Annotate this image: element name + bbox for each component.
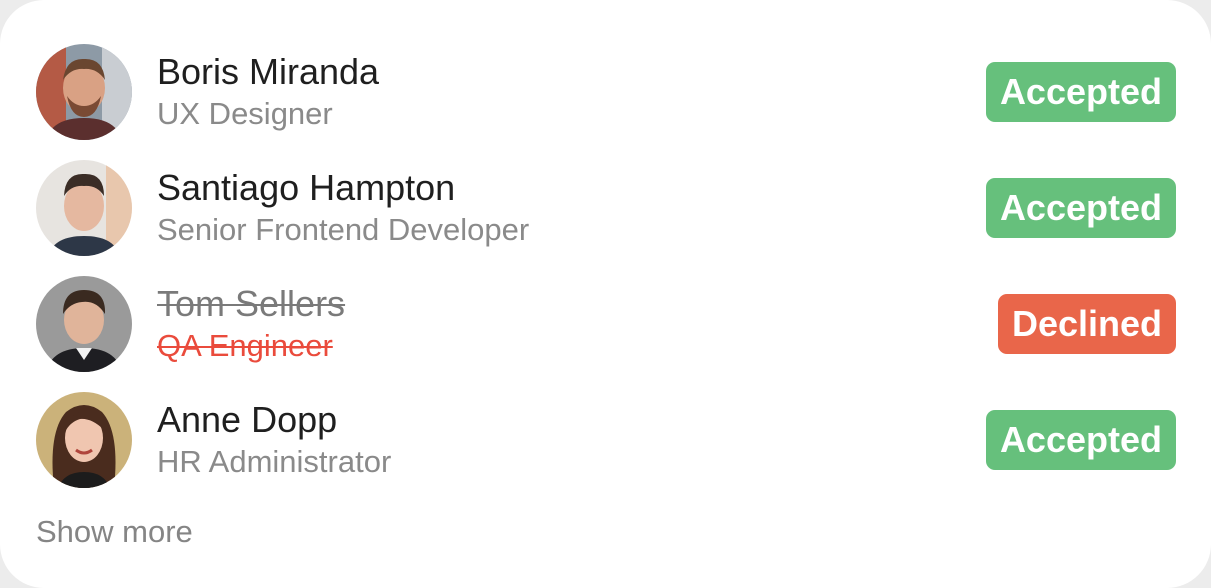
status-badge: Accepted bbox=[985, 178, 1176, 238]
person-name: Tom Sellers bbox=[157, 283, 346, 324]
list-item[interactable]: Tom Sellers QA Engineer Declined bbox=[36, 276, 1176, 372]
avatar bbox=[36, 44, 132, 140]
status-badge: Declined bbox=[997, 294, 1176, 354]
person-info: Anne Dopp HR Administrator bbox=[157, 398, 391, 482]
avatar bbox=[36, 276, 132, 372]
person-role: QA Engineer bbox=[157, 328, 333, 363]
person-role: HR Administrator bbox=[157, 444, 392, 479]
person-info: Tom Sellers QA Engineer bbox=[157, 282, 345, 366]
person-info: Boris Miranda UX Designer bbox=[157, 50, 379, 134]
list-item[interactable]: Anne Dopp HR Administrator Accepted bbox=[36, 392, 1176, 488]
avatar bbox=[36, 160, 132, 256]
person-role: UX Designer bbox=[157, 96, 333, 131]
list-item[interactable]: Santiago Hampton Senior Frontend Develop… bbox=[36, 160, 1176, 256]
status-badge: Accepted bbox=[985, 62, 1176, 122]
people-list: Boris Miranda UX Designer Accepted Santi… bbox=[36, 44, 1176, 508]
invitation-card: Boris Miranda UX Designer Accepted Santi… bbox=[0, 0, 1211, 588]
person-role: Senior Frontend Developer bbox=[157, 212, 530, 247]
person-name: Anne Dopp bbox=[157, 399, 338, 440]
person-name: Santiago Hampton bbox=[157, 167, 456, 208]
status-badge: Accepted bbox=[985, 410, 1176, 470]
list-item[interactable]: Boris Miranda UX Designer Accepted bbox=[36, 44, 1176, 140]
show-more-link[interactable]: Show more bbox=[36, 512, 193, 552]
person-name: Boris Miranda bbox=[157, 51, 380, 92]
person-info: Santiago Hampton Senior Frontend Develop… bbox=[157, 166, 529, 250]
avatar bbox=[36, 392, 132, 488]
